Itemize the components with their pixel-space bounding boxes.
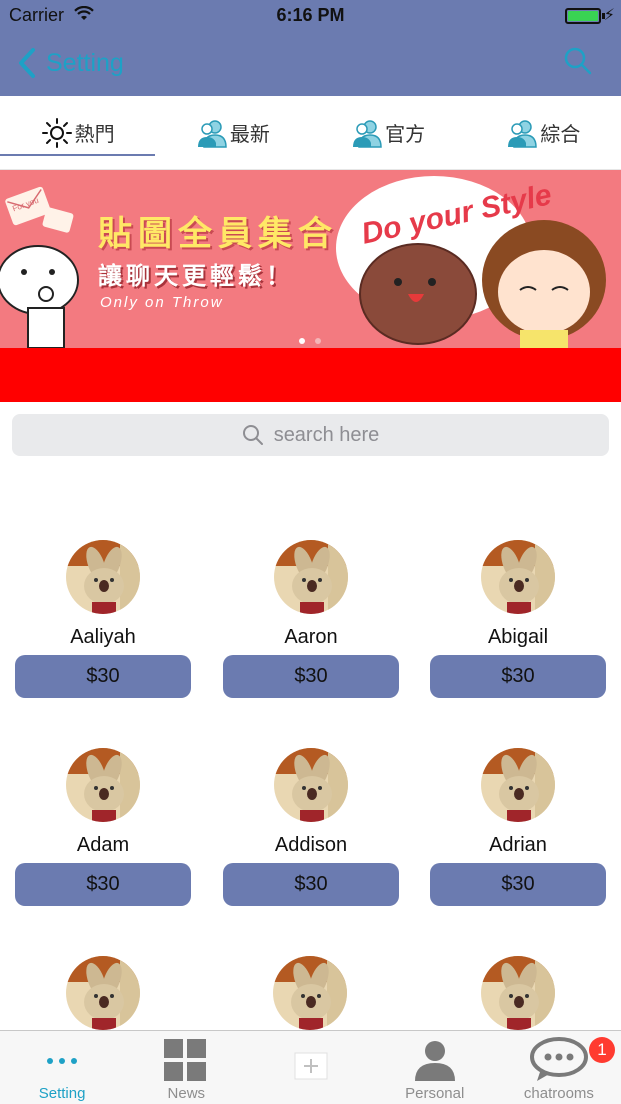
users-icon <box>197 119 227 148</box>
page-dot-active <box>299 338 305 344</box>
back-button-label: Setting <box>46 48 124 77</box>
grid-icon <box>164 1039 207 1081</box>
sticker-name: Aaliyah <box>70 626 136 648</box>
bunny-avatar-image <box>274 748 348 822</box>
tabbar-label-news: News <box>167 1085 206 1102</box>
tab-hot[interactable]: 熱門 <box>0 96 156 169</box>
tabbar-label-personal: Personal <box>405 1085 465 1102</box>
chat-bubble-icon <box>529 1037 588 1081</box>
navigation-bar: Carrier 6:16 PM ⚡ Setting <box>0 0 621 96</box>
sticker-avatar[interactable] <box>481 956 555 1030</box>
bunny-avatar-image <box>481 956 555 1030</box>
users-icon <box>353 119 382 148</box>
tab-hot-label: 熱門 <box>74 124 115 146</box>
price-button[interactable]: $30 <box>430 863 606 906</box>
battery-icon <box>565 8 601 24</box>
back-button[interactable]: Setting <box>16 46 124 80</box>
price-button[interactable]: $30 <box>223 863 399 906</box>
red-strip <box>0 348 621 402</box>
sticker-card[interactable]: Adrian $30 <box>430 748 606 908</box>
sticker-avatar[interactable] <box>66 540 140 614</box>
category-tabs: 熱門 最新 官方 綜合 <box>0 96 621 170</box>
tabbar-item-chatrooms[interactable]: 1 chatrooms <box>497 1031 621 1104</box>
charging-icon: ⚡ <box>603 7 615 24</box>
bunny-avatar-image <box>274 540 348 614</box>
tab-official-label: 官方 <box>385 124 426 146</box>
sticker-card[interactable]: Aaliyah $30 <box>15 540 191 700</box>
sticker-avatar[interactable] <box>273 956 347 1030</box>
banner-subline: 讓聊天更輕鬆！ <box>98 262 294 290</box>
sticker-avatar[interactable] <box>66 956 140 1030</box>
tab-general-label: 綜合 <box>540 124 581 146</box>
promo-banner[interactable]: 貼圖全員集合 讓聊天更輕鬆！ Only on Throw Do your Sty… <box>0 170 621 348</box>
price-button[interactable]: $30 <box>15 863 191 906</box>
search-field[interactable]: search here <box>12 414 609 456</box>
tabbar-item-setting[interactable]: Setting <box>0 1031 124 1104</box>
sticker-avatar[interactable] <box>481 748 555 822</box>
sticker-name: Abigail <box>487 626 549 648</box>
tabbar-label-setting: Setting <box>38 1085 86 1102</box>
sticker-avatar[interactable] <box>481 540 555 614</box>
tabbar-label-chatrooms: chatrooms <box>523 1085 594 1102</box>
sticker-card[interactable]: Addison $30 <box>223 748 399 908</box>
add-icon <box>294 1052 327 1080</box>
price-button[interactable]: $30 <box>430 655 606 698</box>
search-icon <box>242 425 263 445</box>
more-dots-icon <box>47 1058 78 1064</box>
search-placeholder: search here <box>273 423 380 446</box>
search-icon[interactable] <box>563 46 593 76</box>
users-icon <box>508 119 538 148</box>
sticker-card[interactable]: Aaron $30 <box>223 540 399 700</box>
chevron-left-icon <box>19 48 35 78</box>
sticker-avatar[interactable] <box>274 748 348 822</box>
person-icon <box>414 1041 455 1081</box>
sticker-card[interactable]: Adam $30 <box>15 748 191 908</box>
tab-newest[interactable]: 最新 <box>155 96 310 169</box>
tab-official[interactable]: 官方 <box>311 96 466 169</box>
clock: 6:16 PM <box>276 5 345 25</box>
bunny-avatar-image <box>481 748 555 822</box>
page-dot <box>315 338 321 344</box>
bunny-avatar-image <box>66 540 140 614</box>
bunny-avatar-image <box>481 540 555 614</box>
tabbar-item-personal[interactable]: Personal <box>373 1031 497 1104</box>
sun-icon <box>41 117 72 148</box>
sticker-name: Adam <box>76 834 130 856</box>
banner-tagline: Only on Throw <box>100 294 224 311</box>
sticker-name: Aaron <box>284 626 338 648</box>
sticker-name: Addison <box>274 834 348 856</box>
bunny-avatar-image <box>273 956 347 1030</box>
price-button[interactable]: $30 <box>15 655 191 698</box>
bunny-avatar-image <box>66 748 140 822</box>
girl-character-illustration <box>482 220 606 348</box>
tabbar-item-news[interactable]: News <box>124 1031 248 1104</box>
tab-bar: Setting News Personal 1 chatrooms <box>0 1030 621 1104</box>
brown-character-illustration <box>359 243 477 345</box>
tabbar-item-add[interactable] <box>248 1031 372 1104</box>
tab-general[interactable]: 綜合 <box>466 96 621 169</box>
sticker-avatar[interactable] <box>274 540 348 614</box>
tab-newest-label: 最新 <box>229 124 270 146</box>
white-character-illustration <box>0 245 79 348</box>
price-button[interactable]: $30 <box>223 655 399 698</box>
status-bar: Carrier 6:16 PM ⚡ <box>0 0 621 32</box>
sticker-avatar[interactable] <box>66 748 140 822</box>
banner-headline: 貼圖全員集合 <box>98 214 338 254</box>
notification-badge: 1 <box>589 1037 616 1063</box>
bunny-avatar-image <box>66 956 140 1030</box>
sticker-card[interactable]: Abigail $30 <box>430 540 606 700</box>
sticker-name: Adrian <box>489 834 547 856</box>
